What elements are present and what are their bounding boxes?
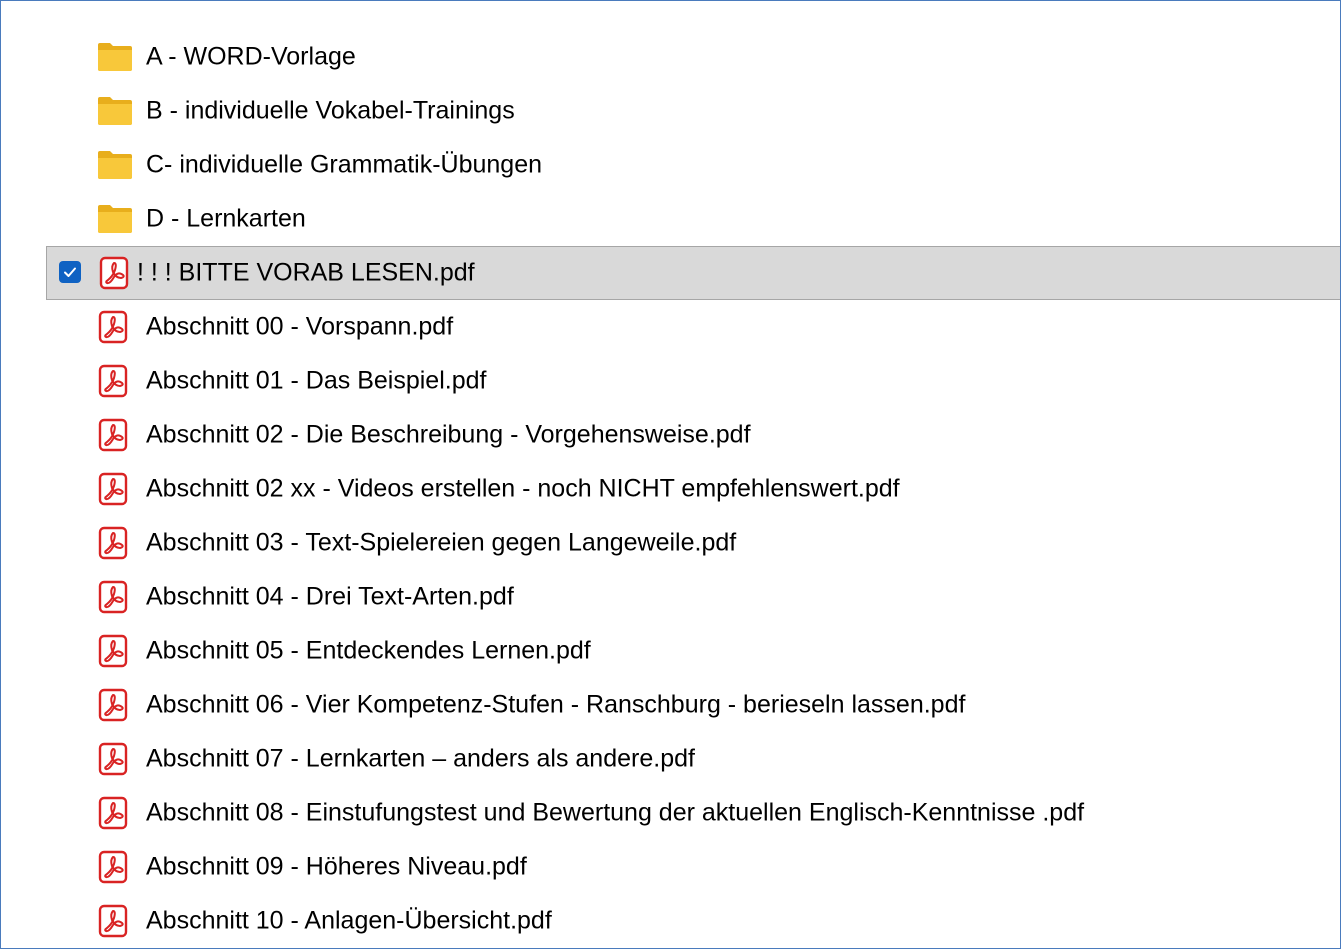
file-list-window: A - WORD-Vorlage B - individuelle Vokabe… xyxy=(0,0,1341,949)
pdf-icon xyxy=(98,634,128,668)
checkbox-checked-icon[interactable] xyxy=(59,261,81,283)
folder-name: C- individuelle Grammatik-Übungen xyxy=(146,150,542,179)
folder-icon xyxy=(97,42,133,72)
file-name: Abschnitt 09 - Höheres Niveau.pdf xyxy=(146,852,527,881)
folder-item[interactable]: D - Lernkarten xyxy=(1,192,1340,246)
folder-icon xyxy=(97,204,133,234)
file-name: Abschnitt 03 - Text-Spielereien gegen La… xyxy=(146,528,737,557)
file-name: Abschnitt 00 - Vorspann.pdf xyxy=(146,312,454,341)
pdf-icon xyxy=(98,418,128,452)
file-name: Abschnitt 02 xx - Videos erstellen - noc… xyxy=(146,474,900,503)
pdf-icon xyxy=(98,526,128,560)
file-item[interactable]: Abschnitt 01 - Das Beispiel.pdf xyxy=(1,354,1340,408)
file-list: A - WORD-Vorlage B - individuelle Vokabe… xyxy=(1,30,1340,948)
file-name: Abschnitt 04 - Drei Text-Arten.pdf xyxy=(146,582,514,611)
pdf-icon xyxy=(99,256,129,290)
file-item[interactable]: Abschnitt 06 - Vier Kompetenz-Stufen - R… xyxy=(1,678,1340,732)
pdf-icon xyxy=(98,742,128,776)
file-item[interactable]: Abschnitt 09 - Höheres Niveau.pdf xyxy=(1,840,1340,894)
file-name: Abschnitt 10 - Anlagen-Übersicht.pdf xyxy=(146,906,552,935)
file-item[interactable]: Abschnitt 02 xx - Videos erstellen - noc… xyxy=(1,462,1340,516)
file-name: Abschnitt 01 - Das Beispiel.pdf xyxy=(146,366,487,395)
file-name: Abschnitt 07 - Lernkarten – anders als a… xyxy=(146,744,695,773)
file-name: ! ! ! BITTE VORAB LESEN.pdf xyxy=(137,258,475,287)
folder-name: B - individuelle Vokabel-Trainings xyxy=(146,96,515,125)
pdf-icon xyxy=(98,472,128,506)
file-name: Abschnitt 05 - Entdeckendes Lernen.pdf xyxy=(146,636,591,665)
folder-icon xyxy=(97,96,133,126)
folder-item[interactable]: B - individuelle Vokabel-Trainings xyxy=(1,84,1340,138)
file-item[interactable]: Abschnitt 10 - Anlagen-Übersicht.pdf xyxy=(1,894,1340,948)
file-item[interactable]: Abschnitt 07 - Lernkarten – anders als a… xyxy=(1,732,1340,786)
pdf-icon xyxy=(98,796,128,830)
file-item[interactable]: Abschnitt 05 - Entdeckendes Lernen.pdf xyxy=(1,624,1340,678)
pdf-icon xyxy=(98,364,128,398)
folder-item[interactable]: C- individuelle Grammatik-Übungen xyxy=(1,138,1340,192)
folder-item[interactable]: A - WORD-Vorlage xyxy=(1,30,1340,84)
file-item[interactable]: Abschnitt 02 - Die Beschreibung - Vorgeh… xyxy=(1,408,1340,462)
pdf-icon xyxy=(98,580,128,614)
file-item[interactable]: Abschnitt 04 - Drei Text-Arten.pdf xyxy=(1,570,1340,624)
pdf-icon xyxy=(98,310,128,344)
file-name: Abschnitt 06 - Vier Kompetenz-Stufen - R… xyxy=(146,690,966,719)
file-name: Abschnitt 02 - Die Beschreibung - Vorgeh… xyxy=(146,420,751,449)
file-item[interactable]: Abschnitt 03 - Text-Spielereien gegen La… xyxy=(1,516,1340,570)
folder-icon xyxy=(97,150,133,180)
selected-file-item[interactable]: ! ! ! BITTE VORAB LESEN.pdf xyxy=(46,246,1340,300)
file-item[interactable]: Abschnitt 00 - Vorspann.pdf xyxy=(1,300,1340,354)
pdf-icon xyxy=(98,688,128,722)
file-item[interactable]: Abschnitt 08 - Einstufungstest und Bewer… xyxy=(1,786,1340,840)
folder-name: A - WORD-Vorlage xyxy=(146,42,356,71)
pdf-icon xyxy=(98,904,128,938)
folder-name: D - Lernkarten xyxy=(146,204,306,233)
pdf-icon xyxy=(98,850,128,884)
file-name: Abschnitt 08 - Einstufungstest und Bewer… xyxy=(146,798,1085,827)
